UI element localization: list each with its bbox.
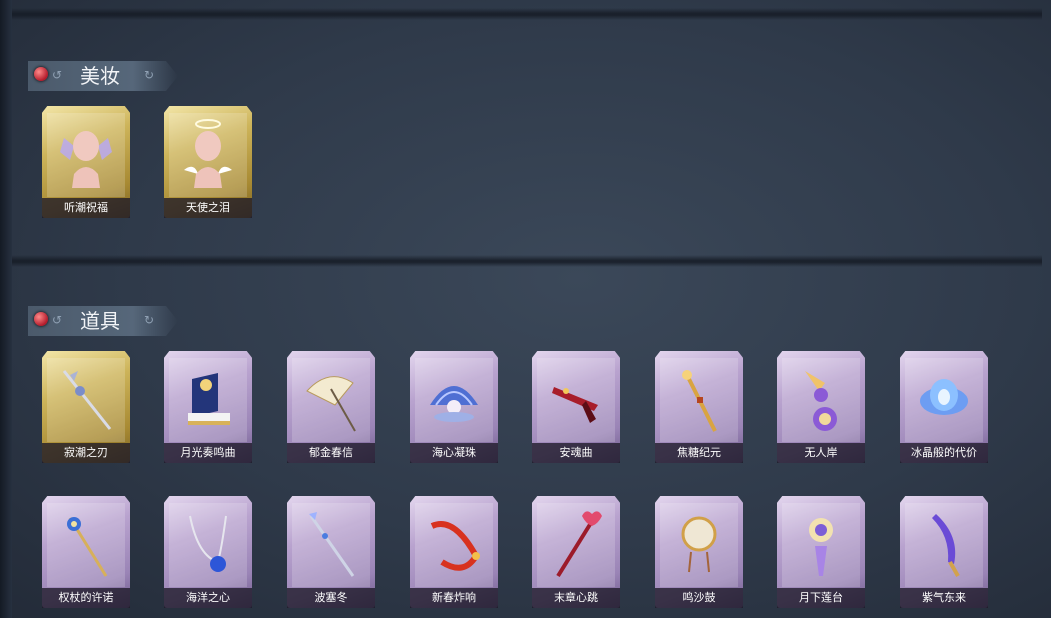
item-label: 海洋之心: [164, 588, 252, 608]
item-card[interactable]: 听潮祝福: [42, 106, 130, 218]
item-label: 寂潮之刃: [42, 443, 130, 463]
item-card[interactable]: 郁金春信: [287, 351, 375, 463]
item-card[interactable]: 波塞冬: [287, 496, 375, 608]
ice-lotus-icon: [920, 379, 968, 415]
item-label: 权杖的许诺: [42, 588, 130, 608]
perfume-bottle-icon: [805, 371, 837, 431]
pin-icon: [34, 312, 48, 326]
item-label: 海心凝珠: [410, 443, 498, 463]
item-label: 天使之泪: [164, 198, 252, 218]
drum-icon: [681, 516, 717, 573]
section-divider-middle: [12, 255, 1042, 267]
section-title: 美妆: [80, 64, 120, 88]
item-label: 无人岸: [777, 443, 865, 463]
section-header-items: ↺ 道具 ↻: [28, 306, 178, 336]
section-title: 道具: [80, 309, 120, 333]
item-label: 听潮祝福: [42, 198, 130, 218]
gem-necklace-icon: [189, 515, 227, 572]
purple-blade-icon: [932, 514, 960, 577]
item-card[interactable]: 海洋之心: [164, 496, 252, 608]
item-label: 安魂曲: [532, 443, 620, 463]
swirl-icon: ↻: [144, 313, 155, 327]
red-sword-icon: [552, 387, 598, 423]
item-card[interactable]: 焦糖纪元: [655, 351, 743, 463]
head-with-wings-icon: [60, 131, 112, 188]
heart-wand-icon: [556, 511, 602, 578]
item-label: 郁金春信: [287, 443, 375, 463]
item-label: 月光奏鸣曲: [164, 443, 252, 463]
parasol-icon: [306, 376, 356, 432]
pin-icon: [34, 67, 48, 81]
swirl-icon: ↻: [144, 68, 155, 82]
ornate-blade-icon: [62, 370, 112, 430]
item-label: 冰晶般的代价: [900, 443, 988, 463]
trident-icon: [309, 512, 355, 577]
item-card[interactable]: 权杖的许诺: [42, 496, 130, 608]
head-with-halo-icon: [184, 119, 232, 188]
item-card[interactable]: 紫气东来: [900, 496, 988, 608]
item-card[interactable]: 月下莲台: [777, 496, 865, 608]
lotus-lantern-icon: [809, 518, 833, 576]
item-label: 紫气东来: [900, 588, 988, 608]
piano-icon: [188, 373, 230, 425]
item-card[interactable]: 鸣沙鼓: [655, 496, 743, 608]
section-header-makeup: ↺ 美妆 ↻: [28, 61, 178, 91]
item-label: 鸣沙鼓: [655, 588, 743, 608]
swirl-icon: ↺: [52, 68, 63, 82]
item-card[interactable]: 天使之泪: [164, 106, 252, 218]
scepter-icon: [67, 517, 108, 577]
item-card[interactable]: 无人岸: [777, 351, 865, 463]
item-card[interactable]: 寂潮之刃: [42, 351, 130, 463]
section-divider-top: [12, 8, 1042, 20]
item-card[interactable]: 新春炸响: [410, 496, 498, 608]
item-label: 月下莲台: [777, 588, 865, 608]
item-card[interactable]: 月光奏鸣曲: [164, 351, 252, 463]
item-label: 焦糖纪元: [655, 443, 743, 463]
item-card[interactable]: 安魂曲: [532, 351, 620, 463]
item-card[interactable]: 冰晶般的代价: [900, 351, 988, 463]
item-label: 波塞冬: [287, 588, 375, 608]
pearl-shell-icon: [430, 386, 478, 422]
item-card[interactable]: 海心凝珠: [410, 351, 498, 463]
item-label: 末章心跳: [532, 588, 620, 608]
left-edge-decoration: [0, 0, 12, 618]
golden-staff-icon: [682, 370, 717, 432]
item-label: 新春炸响: [410, 588, 498, 608]
swirl-icon: ↺: [52, 313, 63, 327]
firecracker-icon: [430, 521, 480, 571]
item-card[interactable]: 末章心跳: [532, 496, 620, 608]
